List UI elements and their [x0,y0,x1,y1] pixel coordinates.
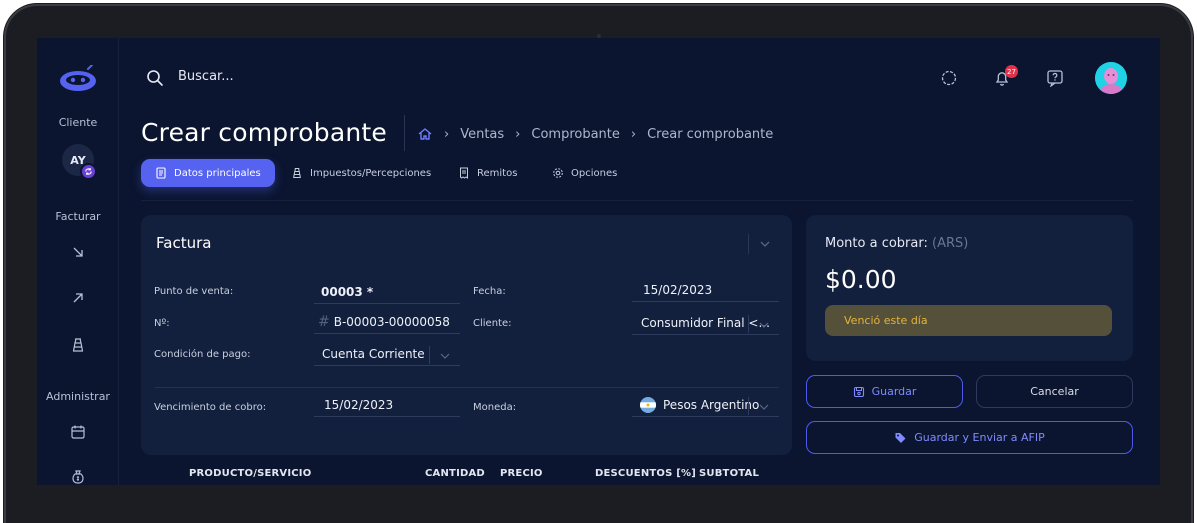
gear-icon [553,168,563,178]
column-header-cantidad: CANTIDAD [425,468,485,479]
punto-venta-field[interactable]: 00003 * [314,280,460,304]
cancel-button[interactable]: Cancelar [976,375,1133,408]
collapse-separator [748,234,749,254]
tab-opciones[interactable]: Opciones [552,159,617,187]
document-icon [156,167,166,179]
fecha-field[interactable]: 15/02/2023 [632,278,779,302]
column-header-producto: PRODUCTO/SERVICIO [189,468,312,479]
moneda-select[interactable]: Pesos Argentino [632,393,779,417]
receipt-icon [460,167,468,179]
column-header-precio: PRECIO [500,468,543,479]
breadcrumb-chevron-icon: › [630,126,637,142]
breadcrumb: › Ventas › Comprobante › Crear comproban… [417,125,773,143]
money-bag-icon[interactable] [70,469,86,485]
card-divider [155,387,779,388]
breadcrumb-item-current: Crear comprobante [647,126,774,142]
breadcrumb-item-comprobante[interactable]: Comprobante [531,127,620,142]
notification-badge: 27 [1005,65,1018,78]
cliente-label: Cliente: [473,318,512,329]
tab-impuestos-percepciones[interactable]: Impuestos/Percepciones [291,159,431,187]
tab-label: Remitos [477,167,518,179]
sidebar-section-cliente: Cliente [58,116,98,129]
switch-client-icon[interactable] [80,163,97,180]
cancel-button-label: Cancelar [1030,385,1079,398]
breadcrumb-chevron-icon: › [515,126,521,142]
sidebar: Cliente AY Facturar Administrar [37,38,119,485]
tabs-divider [141,200,1133,201]
tab-label: Opciones [571,167,618,179]
fecha-label: Fecha: [473,286,506,297]
punto-venta-label: Punto de venta: [154,286,234,297]
afip-button-label: Guardar y Enviar a AFIP [914,431,1045,444]
sidebar-section-administrar: Administrar [46,390,110,403]
home-icon[interactable] [417,126,433,142]
moneda-value: Pesos Argentino [663,397,760,412]
moneda-label: Moneda: [473,402,517,413]
calendar-icon[interactable] [70,424,86,440]
chevron-down-icon[interactable] [758,237,772,251]
amount-card: Monto a cobrar: (ARS) $0.00 Venció este … [806,215,1133,361]
cliente-value: Consumidor Final <... [641,315,770,330]
floppy-disk-icon [853,386,864,397]
column-header-subtotal: SUBTOTAL [699,468,760,479]
numero-field[interactable]: # B-00003-00000058 [314,310,460,334]
robot-logo-icon[interactable] [59,65,97,93]
vencimiento-label: Vencimiento de cobro: [154,402,267,413]
column-header-descuentos: DESCUENTOS [%] [595,468,696,479]
chevron-down-icon [759,322,769,328]
sidebar-section-facturar: Facturar [55,210,101,223]
tower-icon [293,168,301,178]
help-icon[interactable] [1046,69,1064,87]
search-icon[interactable] [146,69,164,87]
condicion-value: Cuenta Corriente [322,346,425,361]
theme-toggle-icon[interactable] [940,69,958,87]
tower-icon[interactable] [70,337,86,353]
argentina-flag-icon [640,396,656,413]
punto-venta-value: 00003 * [321,284,374,299]
invoice-card: Factura Punto de venta: 00003 * Nº: # B-… [141,215,792,455]
vencimiento-value: 15/02/2023 [324,397,394,412]
user-avatar-image [1095,62,1127,94]
title-separator [404,115,405,151]
search-input[interactable]: Buscar... [178,69,234,84]
condicion-select[interactable]: Cuenta Corriente [314,342,460,366]
tab-label: Datos principales [174,167,261,179]
amount-currency: (ARS) [932,236,969,251]
tab-datos-principales[interactable]: Datos principales [141,159,275,187]
amount-value: $0.00 [825,265,897,294]
breadcrumb-chevron-icon: › [444,126,450,142]
breadcrumb-item-ventas[interactable]: Ventas [460,127,504,142]
save-and-send-afip-button[interactable]: Guardar y Enviar a AFIP [806,421,1133,454]
vencimiento-field[interactable]: 15/02/2023 [314,393,460,417]
save-button-label: Guardar [871,385,917,398]
tab-label: Impuestos/Percepciones [310,167,432,179]
amount-label-text: Monto a cobrar: [825,236,928,251]
cliente-select[interactable]: Consumidor Final <... [632,311,779,335]
due-status-badge: Venció este día [825,305,1112,336]
arrow-down-right-icon[interactable] [70,244,86,260]
numero-value: B-00003-00000058 [333,314,450,329]
user-avatar[interactable] [1095,62,1127,94]
condicion-label: Condición de pago: [154,349,251,360]
hash-icon: # [318,313,330,330]
arrow-up-right-icon[interactable] [70,290,86,306]
page-title: Crear comprobante [141,118,388,147]
select-separator [429,346,430,364]
invoice-title: Factura [156,234,212,252]
select-separator [748,315,749,333]
amount-label: Monto a cobrar: (ARS) [825,236,968,251]
chevron-down-icon [759,404,769,410]
chevron-down-icon [440,353,450,359]
app-screen: Cliente AY Facturar Administrar Buscar..… [37,38,1160,485]
fecha-value: 15/02/2023 [643,282,713,297]
save-button[interactable]: Guardar [806,375,963,408]
tag-icon [895,433,906,443]
tab-remitos[interactable]: Remitos [458,159,517,187]
select-separator [748,397,749,415]
numero-label: Nº: [154,318,170,329]
